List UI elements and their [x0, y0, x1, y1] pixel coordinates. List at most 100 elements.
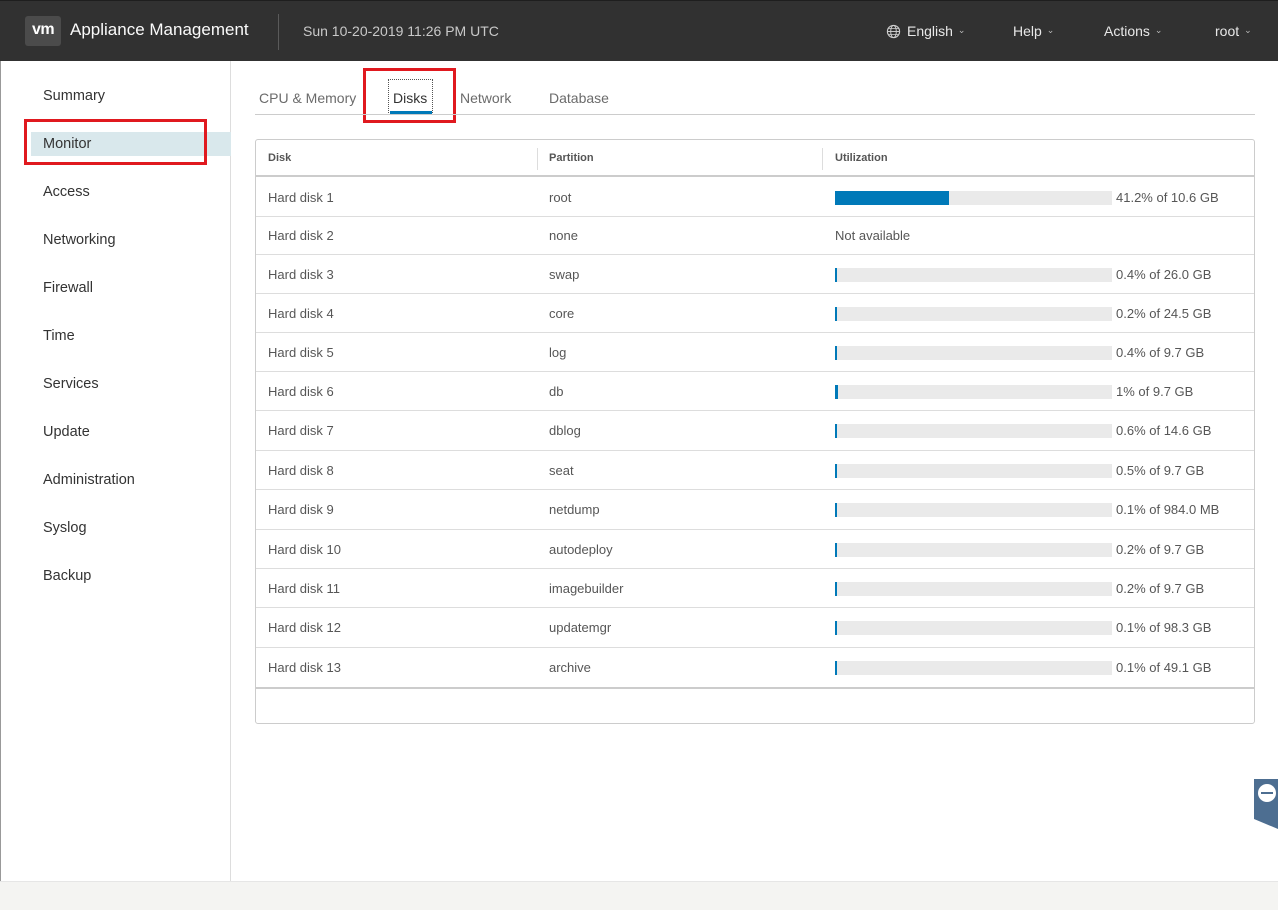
partition-cell: netdump — [549, 502, 600, 517]
utilization-bar-fill — [835, 661, 837, 675]
partition-cell: root — [549, 189, 572, 205]
disk-name-cell: Hard disk 8 — [268, 462, 334, 478]
utilization-bar — [835, 661, 1112, 675]
utilization-text: 0.5% of 9.7 GB — [1116, 463, 1205, 478]
sidebar-item-access[interactable]: Access — [43, 184, 90, 200]
column-header-partition[interactable]: Partition — [549, 152, 594, 164]
sidebar-item-administration[interactable]: Administration — [43, 472, 135, 488]
actions-menu-label: Actions — [1104, 23, 1150, 39]
table-row: Hard disk 4 core 0.2% of 24.5 GB — [256, 294, 1254, 333]
tab-cpu-memory[interactable]: CPU & Memory — [259, 90, 356, 106]
table-row: Hard disk 8 seat 0.5% of 9.7 GB — [256, 451, 1254, 490]
table-row: Hard disk 1 root 41.2% of 10.6 GB — [256, 178, 1254, 217]
partition-cell: autodeploy — [549, 541, 613, 557]
utilization-bar — [835, 191, 1112, 205]
column-header-utilization[interactable]: Utilization — [835, 152, 888, 164]
table-row: Hard disk 12 updatemgr 0.1% of 98.3 GB — [256, 608, 1254, 648]
remote-support-icon[interactable] — [1258, 784, 1276, 802]
column-separator[interactable] — [537, 148, 538, 170]
disk-name-cell: Hard disk 12 — [268, 620, 341, 635]
utilization-bar — [835, 346, 1112, 360]
app-title: Appliance Management — [70, 20, 249, 39]
utilization-bar — [835, 543, 1112, 557]
sidebar-item-networking[interactable]: Networking — [43, 232, 116, 248]
datagrid-header: Disk Partition Utilization — [256, 140, 1254, 177]
disks-datagrid: Disk Partition Utilization Hard disk 1 ro… — [255, 139, 1255, 724]
utilization-bar — [835, 464, 1112, 478]
column-separator[interactable] — [822, 148, 823, 170]
partition-cell: core — [549, 305, 575, 321]
sidebar-item-time[interactable]: Time — [43, 328, 75, 344]
disk-name-cell: Hard disk 7 — [268, 423, 334, 438]
utilization-bar-fill — [835, 582, 837, 596]
table-row: Hard disk 10 autodeploy 0.2% of 9.7 GB — [256, 530, 1254, 569]
utilization-bar-fill — [835, 191, 949, 205]
sidebar-nav: Summary Monitor Access Networking Firewa… — [0, 61, 231, 881]
sidebar-item-update[interactable]: Update — [43, 424, 90, 440]
utilization-bar — [835, 385, 1112, 399]
sidebar-item-firewall[interactable]: Firewall — [43, 280, 93, 296]
actions-menu[interactable]: Actions ⌄ — [1104, 23, 1162, 39]
utilization-text: 0.1% of 984.0 MB — [1116, 502, 1220, 517]
user-menu[interactable]: root ⌄ — [1215, 23, 1252, 39]
utilization-bar — [835, 268, 1112, 282]
globe-icon — [886, 24, 901, 38]
active-tab-underline — [390, 111, 432, 114]
utilization-bar-fill — [835, 268, 837, 282]
utilization-text: 0.6% of 14.6 GB — [1116, 423, 1212, 438]
utilization-unavailable: Not available — [835, 228, 911, 243]
utilization-bar-fill — [835, 464, 837, 478]
disk-name-cell: Hard disk 11 — [268, 580, 341, 596]
table-row: Hard disk 13 archive 0.1% of 49.1 GB — [256, 648, 1254, 688]
utilization-text: 0.4% of 9.7 GB — [1116, 345, 1205, 360]
header-divider — [278, 14, 279, 50]
disk-name-cell: Hard disk 1 — [268, 189, 334, 205]
utilization-text: 0.1% of 98.3 GB — [1116, 620, 1212, 635]
table-row: Hard disk 7 dblog 0.6% of 14.6 GB — [256, 411, 1254, 451]
language-menu-label: English — [907, 23, 953, 39]
language-menu[interactable]: English ⌄ — [886, 23, 965, 39]
utilization-bar-fill — [835, 424, 837, 438]
utilization-bar — [835, 582, 1112, 596]
table-row: Hard disk 11 imagebuilder 0.2% of 9.7 GB — [256, 569, 1254, 608]
utilization-bar — [835, 424, 1112, 438]
utilization-text: 0.4% of 26.0 GB — [1116, 267, 1212, 282]
partition-cell: updatemgr — [549, 620, 612, 635]
utilization-text: 41.2% of 10.6 GB — [1116, 190, 1219, 205]
utilization-bar-fill — [835, 307, 837, 321]
utilization-text: 0.2% of 9.7 GB — [1116, 542, 1205, 557]
sidebar-item-summary[interactable]: Summary — [43, 88, 105, 104]
partition-cell: swap — [549, 266, 580, 282]
tab-network[interactable]: Network — [460, 90, 511, 106]
chevron-down-icon: ⌄ — [1046, 24, 1055, 35]
app-header: vm Appliance Management Sun 10-20-2019 1… — [0, 0, 1278, 61]
utilization-bar-fill — [835, 346, 837, 360]
partition-cell: archive — [549, 660, 591, 675]
sidebar-item-services[interactable]: Services — [43, 376, 99, 392]
table-row: Hard disk 3 swap 0.4% of 26.0 GB — [256, 255, 1254, 294]
user-menu-label: root — [1215, 23, 1240, 39]
sidebar-item-monitor[interactable]: Monitor — [43, 136, 91, 152]
header-datetime: Sun 10-20-2019 11:26 PM UTC — [303, 23, 499, 39]
datagrid-footer-divider — [256, 687, 1254, 689]
help-menu-label: Help — [1013, 23, 1042, 39]
tab-database[interactable]: Database — [549, 90, 609, 106]
table-row: Hard disk 2 none Not available — [256, 217, 1254, 255]
utilization-bar-fill — [835, 385, 838, 399]
partition-cell: seat — [549, 462, 574, 478]
disk-name-cell: Hard disk 5 — [268, 344, 334, 360]
vmware-logo: vm — [25, 16, 61, 46]
partition-cell: dblog — [549, 423, 581, 438]
sidebar-item-backup[interactable]: Backup — [43, 568, 91, 584]
utilization-bar — [835, 307, 1112, 321]
chevron-down-icon: ⌄ — [1244, 24, 1252, 35]
partition-cell: log — [549, 344, 567, 360]
disk-name-cell: Hard disk 3 — [268, 266, 334, 282]
chevron-down-icon: ⌄ — [957, 24, 966, 35]
utilization-text: 0.1% of 49.1 GB — [1116, 660, 1212, 675]
partition-cell: db — [549, 383, 564, 399]
partition-cell: imagebuilder — [549, 580, 624, 596]
help-menu[interactable]: Help ⌄ — [1013, 23, 1054, 39]
sidebar-item-syslog[interactable]: Syslog — [43, 520, 87, 536]
column-header-disk[interactable]: Disk — [268, 152, 291, 164]
